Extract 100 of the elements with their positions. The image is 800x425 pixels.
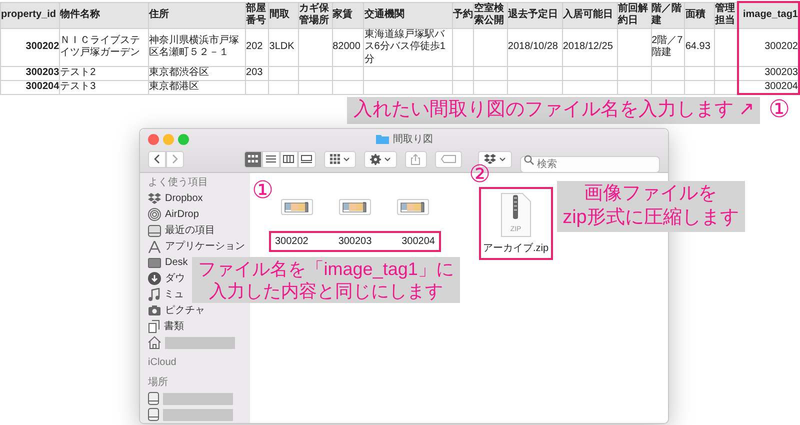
sidebar-heading: iCloud [148, 356, 178, 370]
callout-text: ファイル名を「image_tag1」に 入力した内容と同じにします [192, 256, 460, 303]
table-cell: テスト2 [60, 66, 148, 80]
action-button[interactable] [364, 150, 397, 168]
column-header: 家賃 [332, 2, 364, 28]
sidebar-item[interactable]: ミュ [148, 286, 184, 303]
table-cell: 3LDK [268, 28, 298, 66]
table-cell: ＮＩＣライブステイツ戸塚ガーデン [60, 28, 148, 66]
table-cell: 東京都港区 [148, 80, 246, 94]
circled-number: ① [768, 98, 790, 122]
table-cell: 2階／7階建 [651, 28, 685, 66]
column-header: 予約 [452, 2, 474, 28]
document-icon [148, 320, 160, 334]
chevron-right-icon [172, 154, 178, 164]
floor-plan-drawing [339, 198, 371, 215]
column-header: property_id [0, 2, 60, 28]
table-cell: 300202 [0, 28, 60, 66]
column-header: 前回解約日 [617, 2, 652, 28]
table-cell: 2018/10/28 [507, 28, 562, 66]
search-icon [524, 154, 534, 165]
sidebar-item[interactable]: ピクチャ [148, 302, 205, 319]
gallery-icon [301, 155, 312, 164]
grid-icon [330, 154, 340, 164]
zip-file-icon [500, 192, 531, 237]
caret-icon [342, 156, 350, 162]
table-cell: 300202 [738, 28, 799, 66]
floor-plan-drawing [397, 198, 429, 215]
table-cell: 300204 [0, 80, 60, 94]
column-header: 住所 [148, 2, 246, 28]
dropbox-icon [484, 154, 496, 164]
file-name[interactable]: 300204 [402, 234, 435, 249]
columns-icon [283, 155, 294, 164]
column-header: 間取 [268, 2, 298, 28]
circled-number: ② [469, 162, 491, 187]
search-field[interactable]: 検索 [520, 156, 660, 173]
gallery-view-button[interactable] [298, 150, 316, 168]
list-view-button[interactable] [262, 150, 280, 168]
back-button[interactable] [148, 150, 166, 168]
airdrop-icon [148, 208, 161, 222]
table-cell: 神奈川県横浜市戸塚区名瀬町５２－１ [148, 28, 246, 66]
table-cell: 82000 [332, 28, 364, 66]
tag-icon [441, 155, 456, 164]
table-cell: 東京都渋谷区 [148, 66, 246, 80]
table-cell: 203 [246, 66, 269, 80]
close-button[interactable] [148, 134, 159, 145]
download-icon [148, 272, 161, 286]
sidebar-item[interactable] [148, 390, 233, 407]
sidebar-item[interactable]: ダウ [148, 270, 185, 287]
column-header: 面積 [684, 2, 714, 28]
sidebar-item[interactable]: アプリケーション [148, 238, 245, 255]
callout-text: 画像ファイルを zip形式に圧縮します [556, 180, 745, 232]
window-title: 間取り図 [393, 132, 433, 147]
table-cell: 300203 [738, 66, 799, 80]
column-view-button[interactable] [280, 150, 298, 168]
column-header: 物件名称 [60, 2, 148, 28]
file-name[interactable]: 300202 [275, 234, 308, 249]
column-header: 部屋番号 [246, 2, 269, 28]
sidebar-item[interactable] [148, 334, 235, 351]
sidebar-item[interactable]: Dropbox [148, 190, 203, 207]
column-header: 階／階建 [651, 2, 685, 28]
share-icon [411, 154, 420, 165]
chevron-left-icon [154, 154, 160, 164]
folder-icon [376, 134, 389, 144]
floor-plan-drawing [281, 198, 313, 215]
sidebar-heading: 場所 [148, 376, 169, 390]
column-header: 管理担当 [714, 2, 738, 28]
grid-icon [248, 155, 258, 164]
icon-view-button[interactable] [244, 150, 262, 168]
column-header: カギ保管場所 [298, 2, 332, 28]
table-cell: 300204 [738, 80, 799, 94]
dropbox-icon [148, 193, 161, 204]
file-name[interactable]: 300203 [338, 234, 372, 249]
table-cell: 300203 [0, 66, 60, 80]
display-icon [148, 258, 161, 268]
file-name[interactable]: アーカイブ.zip [483, 240, 549, 256]
sidebar-item[interactable]: 最近の項目 [148, 222, 215, 239]
table-cell: 202 [246, 28, 269, 66]
column-header: 空室検索公開 [474, 2, 508, 28]
sidebar-item[interactable]: Desk [148, 254, 188, 271]
caret-icon [499, 156, 506, 162]
table-cell: 64.93 [684, 28, 714, 66]
table-cell: テスト3 [60, 80, 148, 94]
sidebar-heading: よく使う項目 [148, 176, 209, 190]
circled-number: ① [252, 178, 274, 203]
callout-text: 入れたい間取り図のファイル名を入力します ↗ [347, 97, 760, 124]
gear-icon [370, 154, 381, 165]
drive-icon [148, 224, 161, 237]
table-cell: 2018/12/25 [562, 28, 618, 66]
list-icon [266, 155, 276, 164]
column-header: image_tag1 [738, 2, 799, 28]
column-header: 退去予定日 [507, 2, 562, 28]
sidebar-item[interactable]: AirDrop [148, 206, 199, 223]
sidebar-item[interactable]: 書類 [148, 318, 184, 335]
column-header: 入居可能日 [562, 2, 618, 28]
table-cell: 東海道線戸塚駅バス6分バス停徒歩1分 [364, 28, 453, 66]
sidebar-item[interactable] [148, 406, 233, 423]
house-icon [148, 336, 161, 350]
group-button[interactable] [324, 150, 356, 168]
caret-icon [384, 156, 391, 162]
camera-icon [148, 305, 161, 316]
